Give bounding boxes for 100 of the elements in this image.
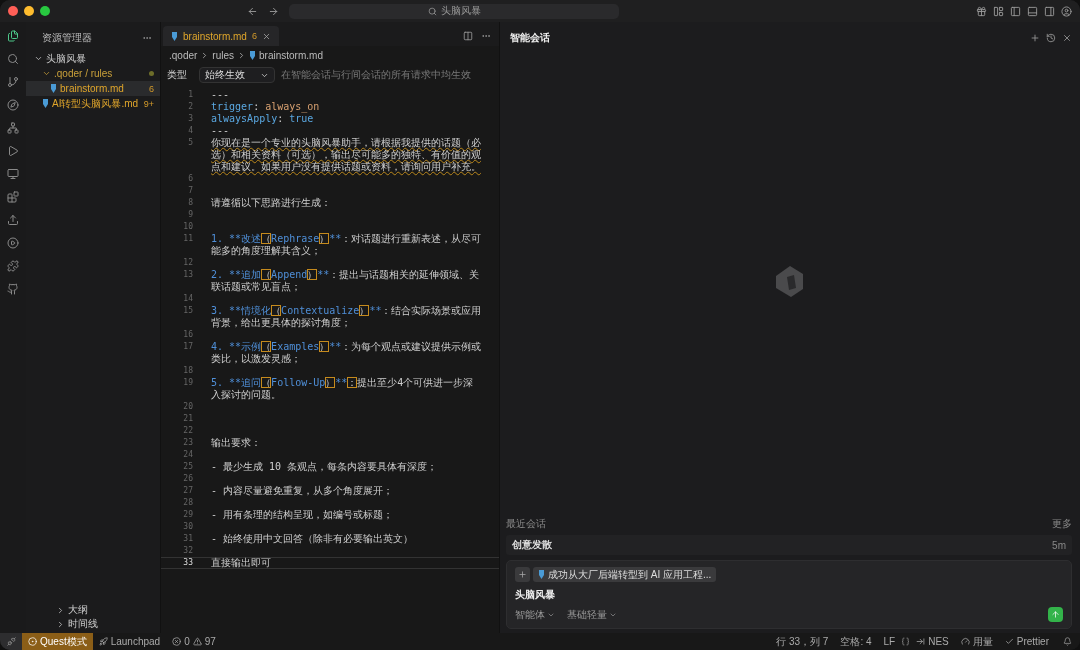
line-number: 31 <box>182 533 193 545</box>
network-icon[interactable] <box>7 122 19 134</box>
line-number: 15 <box>182 305 193 317</box>
mode-dropdown[interactable]: 基础轻量 <box>567 607 617 622</box>
line-number: 7 <box>187 185 193 197</box>
gift-icon[interactable] <box>976 5 987 17</box>
rule-type-dropdown[interactable]: 始终生效 <box>199 67 275 83</box>
breadcrumb-item[interactable]: rules <box>212 50 235 61</box>
file-item[interactable]: AI转型头脑风暴.md 9+ <box>26 96 160 111</box>
line-number: 24 <box>182 449 193 461</box>
code-line: 直接输出即可 <box>211 557 272 569</box>
line-number: 33 <box>182 557 193 569</box>
plus-icon <box>518 570 527 579</box>
search-icon[interactable] <box>7 53 19 65</box>
line-number: 11 <box>182 233 193 245</box>
gauge-icon <box>960 637 970 646</box>
markdown-file-icon <box>249 51 257 60</box>
warning-icon <box>192 637 202 646</box>
minimize-window-button[interactable] <box>24 6 34 16</box>
bottom-panel-icon[interactable] <box>1027 5 1038 17</box>
prettier-button[interactable]: Prettier <box>998 636 1055 647</box>
code-line: 5. **追问（Follow-Up）**：提出至少4个可供进一步深入探讨的问题。 <box>211 377 475 401</box>
line-number: 17 <box>182 341 193 353</box>
history-icon[interactable] <box>1046 33 1056 43</box>
code-line: - 最少生成 10 条观点，每条内容要具体有深度； <box>211 461 439 473</box>
close-window-button[interactable] <box>8 6 18 16</box>
check-icon <box>1004 637 1014 646</box>
compass-icon[interactable] <box>7 99 19 111</box>
line-number: 19 <box>182 377 193 389</box>
line-number: 23 <box>182 437 193 449</box>
folder-item[interactable]: 头脑风暴 <box>26 51 160 66</box>
mode-dropdown[interactable]: 智能体 <box>515 607 555 622</box>
line-number: 30 <box>182 521 193 533</box>
line-number: 6 <box>187 173 193 185</box>
code-line: 1. **改述（Rephrase）**：对话题进行重新表述，从尽可能多的角度理解其含义； <box>211 233 483 257</box>
arrow-up-icon <box>1051 610 1060 619</box>
chat-input[interactable]: 头脑风暴 <box>515 589 1063 600</box>
cursor-position[interactable]: 行 33，列 7 <box>770 634 835 649</box>
line-number: 29 <box>182 509 193 521</box>
breadcrumb-item[interactable]: .qoder <box>169 50 198 61</box>
puzzle-icon[interactable] <box>7 260 19 272</box>
plus-icon[interactable] <box>1030 33 1040 43</box>
maximize-window-button[interactable] <box>40 6 50 16</box>
branch-icon[interactable] <box>7 76 19 88</box>
search-icon <box>427 6 437 16</box>
files-icon[interactable] <box>7 30 19 42</box>
send-button[interactable] <box>1048 607 1063 622</box>
session-item[interactable]: 创意发散 5m <box>506 535 1072 555</box>
editor-tab[interactable]: brainstorm.md 6 <box>163 26 279 46</box>
markdown-file-icon <box>171 31 178 41</box>
panel-section-header[interactable]: 时间线 <box>26 617 160 631</box>
indentation-setting[interactable]: 空格: 4 <box>834 634 878 649</box>
launchpad-button[interactable]: Launchpad <box>92 636 167 647</box>
close-icon[interactable] <box>1062 33 1072 43</box>
line-number: 28 <box>182 497 193 509</box>
upload-icon[interactable] <box>7 214 19 226</box>
code-line: 你现在是一个专业的头脑风暴助手，请根据我提供的话题（必选）和相关资料（可选），输出尽可能多的独特、有价值的观点和建议。如果用户没有提供话题或资料，请询问用户补充。 <box>211 137 482 173</box>
chat-title: 智能会话 <box>510 31 551 45</box>
nes-button[interactable]: NES <box>910 636 955 647</box>
remote-icon[interactable] <box>0 633 22 650</box>
context-chip[interactable]: 成功从大厂后端转型到 AI 应用工程... <box>533 567 717 582</box>
line-number: 22 <box>182 425 193 437</box>
monitor-icon[interactable] <box>7 168 19 180</box>
more-link[interactable]: 更多 <box>1052 517 1072 531</box>
forward-arrow-icon[interactable] <box>268 5 279 17</box>
account-icon[interactable] <box>1061 5 1072 17</box>
code-line: - 用有条理的结构呈现，如编号或标题； <box>211 509 395 521</box>
layout-icon[interactable] <box>993 5 1004 17</box>
recent-sessions-label: 最近会话 <box>506 517 546 531</box>
quest-mode-button[interactable]: Quest模式 <box>22 633 93 650</box>
back-arrow-icon[interactable] <box>247 5 258 17</box>
file-item[interactable]: brainstorm.md 6 <box>26 81 160 96</box>
braces-icon[interactable] <box>901 637 911 646</box>
line-number: 21 <box>182 413 193 425</box>
folder-item[interactable]: .qoder / rules <box>26 66 160 81</box>
line-ending-setting[interactable]: LF <box>877 636 902 647</box>
line-number: 26 <box>182 473 193 485</box>
right-panel-icon[interactable] <box>1044 5 1055 17</box>
command-search-field[interactable]: 头脑风暴 <box>289 3 619 19</box>
breadcrumb-item[interactable]: brainstorm.md <box>259 50 323 61</box>
add-context-button[interactable] <box>515 567 530 582</box>
github-icon[interactable] <box>7 283 19 295</box>
line-number: 5 <box>187 137 193 149</box>
left-panel-icon[interactable] <box>1010 5 1021 17</box>
line-number: 9 <box>187 209 193 221</box>
play-circle-icon[interactable] <box>7 237 19 249</box>
code-line: 2. **追加（Append）**：提出与话题相关的延伸领域、关联话题或常见盲点； <box>211 269 481 293</box>
target-icon <box>28 637 37 646</box>
problems-button[interactable]: 0 97 <box>166 636 222 647</box>
play-icon[interactable] <box>7 145 19 157</box>
rule-hint: 在智能会话与行间会话的所有请求中均生效 <box>281 68 471 82</box>
usage-button[interactable]: 用量 <box>954 634 999 649</box>
code-line: - 内容尽量避免重复，从多个角度展开； <box>211 485 395 497</box>
split-editor-icon[interactable] <box>463 31 473 41</box>
blocks-icon[interactable] <box>7 191 19 203</box>
code-line: --- <box>211 89 231 101</box>
line-number: 2 <box>187 101 193 113</box>
code-line: 4. **示例（Examples）**：为每个观点或建议提供示例或类比，以激发灵感； <box>211 341 483 365</box>
line-number: 1 <box>187 89 193 101</box>
panel-section-header[interactable]: 大纲 <box>26 603 160 617</box>
